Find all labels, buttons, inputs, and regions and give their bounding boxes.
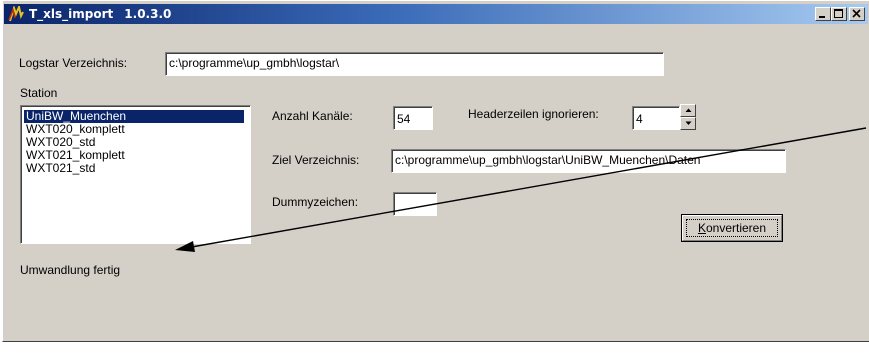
close-icon: [852, 9, 861, 18]
arrow-down-icon: [685, 121, 692, 125]
station-listbox[interactable]: UniBW_Muenchen WXT020_komplett WXT020_st…: [20, 105, 251, 244]
station-item-wxt021-std[interactable]: WXT021_std: [24, 162, 244, 175]
logstar-path-input[interactable]: c:\programme\up_gmbh\logstar\: [165, 52, 664, 76]
app-name: T_xls_import: [29, 7, 114, 21]
logstar-label: Logstar Verzeichnis:: [19, 56, 128, 70]
maximize-icon: [834, 9, 843, 18]
konvertieren-button[interactable]: Konvertieren: [681, 214, 783, 242]
app-icon: [8, 6, 24, 22]
spin-up-button[interactable]: [680, 104, 696, 117]
ziel-verzeichnis-input[interactable]: c:\programme\up_gmbh\logstar\UniBW_Muenc…: [391, 149, 786, 173]
minimize-button[interactable]: [815, 7, 831, 21]
close-button[interactable]: [849, 7, 865, 21]
headerzeilen-input[interactable]: 4: [632, 106, 680, 130]
spin-down-button[interactable]: [680, 117, 696, 130]
window-title: T_xls_import 1.0.3.0: [29, 6, 171, 22]
dummyzeichen-input[interactable]: [393, 192, 437, 216]
maximize-button[interactable]: [831, 7, 847, 21]
anzahl-kanaele-input[interactable]: 54: [393, 106, 433, 130]
station-label: Station: [20, 86, 58, 100]
minimize-icon: [819, 16, 825, 18]
konvertieren-label: Konvertieren: [697, 221, 767, 235]
arrow-up-icon: [685, 108, 692, 112]
headerzeilen-label: Headerzeilen ignorieren:: [468, 107, 599, 121]
headerzeilen-spinner[interactable]: [680, 104, 696, 130]
status-text: Umwandlung fertig: [20, 263, 121, 277]
dummyzeichen-label: Dummyzeichen:: [272, 195, 359, 209]
ziel-verzeichnis-label: Ziel Verzeichnis:: [272, 153, 360, 167]
anzahl-kanaele-label: Anzahl Kanäle:: [272, 109, 353, 123]
app-version: 1.0.3.0: [124, 7, 172, 21]
